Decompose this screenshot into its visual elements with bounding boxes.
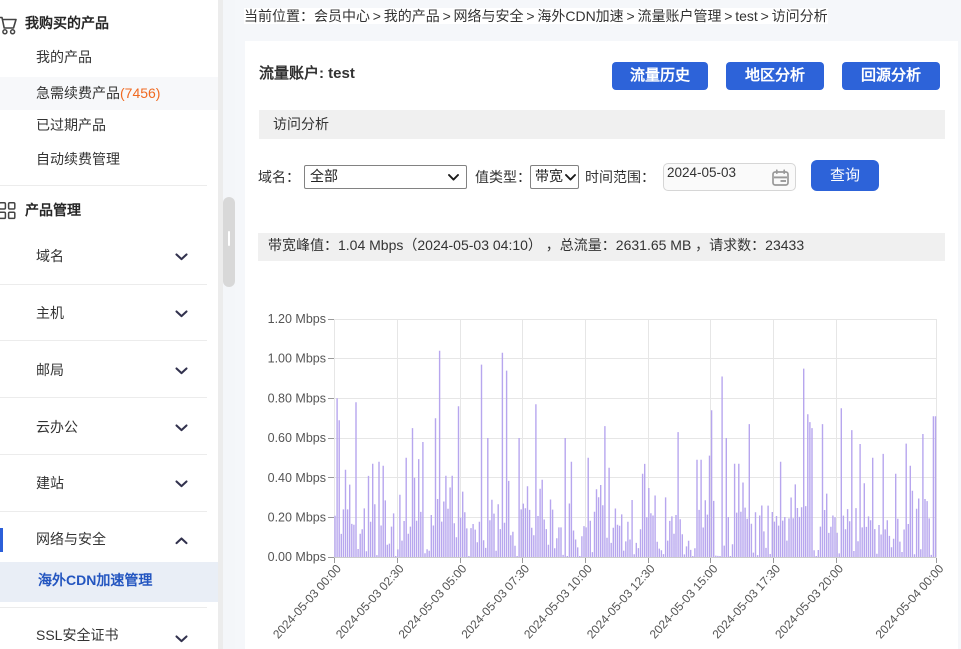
- svg-text:2024-05-03 15:00: 2024-05-03 15:00: [647, 561, 721, 641]
- svg-text:2024-05-03 20:00: 2024-05-03 20:00: [772, 561, 846, 641]
- svg-text:2024-05-03 10:00: 2024-05-03 10:00: [521, 561, 595, 641]
- svg-text:2024-05-03 12:30: 2024-05-03 12:30: [584, 561, 658, 641]
- svg-text:1.20 Mbps: 1.20 Mbps: [268, 312, 326, 326]
- svg-text:0.00 Mbps: 0.00 Mbps: [268, 550, 326, 564]
- svg-text:2024-05-04 00:00: 2024-05-04 00:00: [873, 561, 947, 641]
- svg-text:2024-05-03 02:30: 2024-05-03 02:30: [333, 561, 407, 641]
- svg-text:2024-05-03 00:00: 2024-05-03 00:00: [270, 561, 344, 641]
- svg-text:0.80 Mbps: 0.80 Mbps: [268, 391, 326, 405]
- svg-text:0.60 Mbps: 0.60 Mbps: [268, 431, 326, 445]
- svg-text:2024-05-03 05:00: 2024-05-03 05:00: [396, 561, 470, 641]
- svg-text:1.00 Mbps: 1.00 Mbps: [268, 352, 326, 366]
- svg-text:0.20 Mbps: 0.20 Mbps: [268, 511, 326, 525]
- svg-text:0.40 Mbps: 0.40 Mbps: [268, 471, 326, 485]
- svg-text:2024-05-03 07:30: 2024-05-03 07:30: [458, 561, 532, 641]
- svg-text:2024-05-03 17:30: 2024-05-03 17:30: [709, 561, 783, 641]
